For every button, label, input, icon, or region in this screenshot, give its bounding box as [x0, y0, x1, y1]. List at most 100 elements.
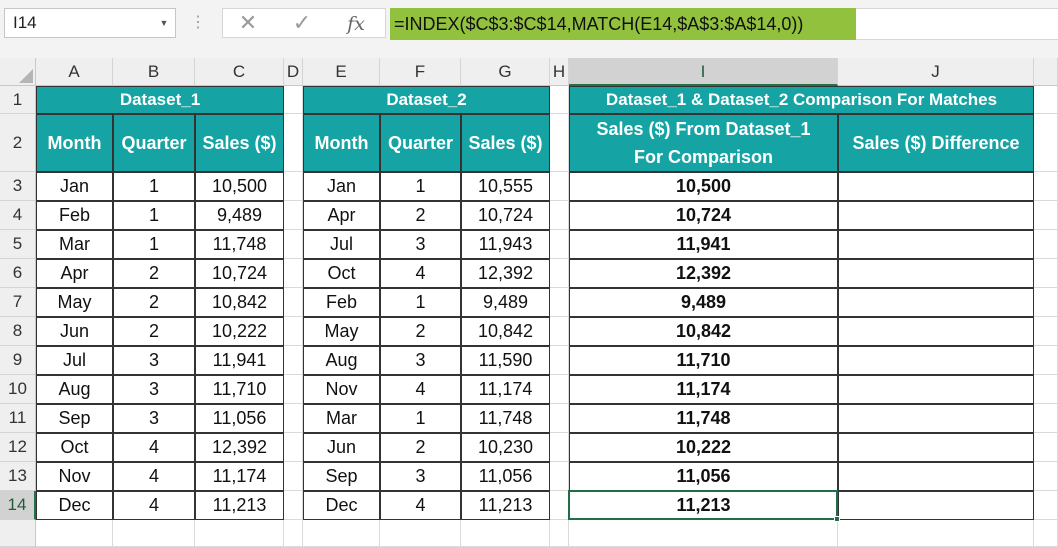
dataset1-cell[interactable]: 1 — [113, 230, 195, 259]
grid-cell[interactable] — [550, 491, 569, 520]
column-header-j[interactable]: J — [838, 58, 1034, 86]
column-header-g[interactable]: G — [461, 58, 550, 86]
dataset2-cell[interactable]: 11,748 — [461, 404, 550, 433]
dataset2-cell[interactable]: 4 — [380, 491, 461, 520]
comparison-value-cell[interactable]: 10,724 — [569, 201, 838, 230]
dataset2-cell[interactable]: 2 — [380, 433, 461, 462]
column-header-e[interactable]: E — [303, 58, 380, 86]
grid-cell[interactable] — [284, 520, 303, 547]
dataset1-cell[interactable]: 10,842 — [195, 288, 284, 317]
grid-cell[interactable] — [284, 230, 303, 259]
difference-cell[interactable] — [838, 172, 1034, 201]
row-header-14[interactable]: 14 — [0, 491, 36, 520]
grid-cell[interactable] — [1034, 404, 1058, 433]
dataset2-cell[interactable]: 11,943 — [461, 230, 550, 259]
dataset1-cell[interactable]: 11,174 — [195, 462, 284, 491]
dataset1-cell[interactable]: 4 — [113, 491, 195, 520]
row-header-1[interactable]: 1 — [0, 86, 36, 114]
grid-cell[interactable] — [1034, 375, 1058, 404]
row-header-9[interactable]: 9 — [0, 346, 36, 375]
column-header-c[interactable]: C — [195, 58, 284, 86]
difference-cell[interactable] — [838, 201, 1034, 230]
dataset1-cell[interactable]: 1 — [113, 172, 195, 201]
dataset1-cell[interactable]: Dec — [36, 491, 113, 520]
comparison-value-cell[interactable]: 11,748 — [569, 404, 838, 433]
grid-cell[interactable] — [550, 114, 569, 172]
dataset2-cell[interactable]: 11,590 — [461, 346, 550, 375]
dataset1-cell[interactable]: Jul — [36, 346, 113, 375]
grid-cell[interactable] — [1034, 520, 1058, 547]
grid-cell[interactable] — [284, 317, 303, 346]
difference-cell[interactable] — [838, 375, 1034, 404]
grid-cell[interactable] — [284, 433, 303, 462]
dataset1-cell[interactable]: Apr — [36, 259, 113, 288]
dataset1-header-2[interactable]: Sales ($) — [195, 114, 284, 172]
dataset1-cell[interactable]: Feb — [36, 201, 113, 230]
grid-cell[interactable] — [1034, 114, 1058, 172]
dataset1-cell[interactable]: 11,710 — [195, 375, 284, 404]
dataset1-cell[interactable]: 12,392 — [195, 433, 284, 462]
comparison-value-cell[interactable]: 10,222 — [569, 433, 838, 462]
dataset1-cell[interactable]: Jun — [36, 317, 113, 346]
more-options-icon[interactable]: ⋮ — [188, 8, 208, 38]
dataset1-cell[interactable]: Oct — [36, 433, 113, 462]
difference-cell[interactable] — [838, 317, 1034, 346]
grid-cell[interactable] — [838, 520, 1034, 547]
dataset2-cell[interactable]: 1 — [380, 404, 461, 433]
dataset2-cell[interactable]: 3 — [380, 346, 461, 375]
enter-icon[interactable]: ✓ — [282, 8, 322, 38]
dataset2-cell[interactable]: 12,392 — [461, 259, 550, 288]
row-header-10[interactable]: 10 — [0, 375, 36, 404]
grid-cell[interactable] — [569, 520, 838, 547]
dataset2-cell[interactable]: Jul — [303, 230, 380, 259]
grid-cell[interactable] — [461, 520, 550, 547]
dataset2-cell[interactable]: 3 — [380, 230, 461, 259]
dataset2-cell[interactable]: Sep — [303, 462, 380, 491]
insert-function-icon[interactable]: fx — [336, 8, 376, 38]
difference-cell[interactable] — [838, 491, 1034, 520]
name-box[interactable]: I14 — [4, 8, 176, 38]
column-header-b[interactable]: B — [113, 58, 195, 86]
dataset2-cell[interactable]: Jan — [303, 172, 380, 201]
dataset2-cell[interactable]: Aug — [303, 346, 380, 375]
dataset1-cell[interactable]: 11,941 — [195, 346, 284, 375]
grid-cell[interactable] — [1034, 172, 1058, 201]
dataset1-cell[interactable]: 4 — [113, 433, 195, 462]
grid-cell[interactable] — [284, 346, 303, 375]
dataset1-cell[interactable]: 2 — [113, 317, 195, 346]
grid-cell[interactable] — [113, 520, 195, 547]
grid-cell[interactable] — [1034, 346, 1058, 375]
difference-cell[interactable] — [838, 433, 1034, 462]
dataset1-cell[interactable]: May — [36, 288, 113, 317]
grid-cell[interactable] — [1034, 259, 1058, 288]
dataset1-cell[interactable]: 2 — [113, 288, 195, 317]
dataset2-cell[interactable]: 2 — [380, 201, 461, 230]
grid-cell[interactable] — [284, 114, 303, 172]
grid-cell[interactable] — [195, 520, 284, 547]
comparison-value-cell[interactable]: 11,710 — [569, 346, 838, 375]
dataset2-title[interactable]: Dataset_2 — [303, 86, 550, 114]
dataset2-cell[interactable]: Nov — [303, 375, 380, 404]
comparison-value-cell[interactable]: 11,056 — [569, 462, 838, 491]
comparison-value-cell[interactable]: 10,500 — [569, 172, 838, 201]
row-header-11[interactable]: 11 — [0, 404, 36, 433]
grid-cell[interactable] — [1034, 201, 1058, 230]
dataset1-cell[interactable]: Aug — [36, 375, 113, 404]
column-header-i[interactable]: I — [569, 58, 838, 86]
grid-cell[interactable] — [550, 375, 569, 404]
grid-cell[interactable] — [284, 404, 303, 433]
dataset2-cell[interactable]: Mar — [303, 404, 380, 433]
dataset2-cell[interactable]: 1 — [380, 288, 461, 317]
comparison-value-cell[interactable]: 9,489 — [569, 288, 838, 317]
dataset2-header-2[interactable]: Sales ($) — [461, 114, 550, 172]
dataset1-cell[interactable]: 3 — [113, 375, 195, 404]
column-header-f[interactable]: F — [380, 58, 461, 86]
grid-cell[interactable] — [1034, 288, 1058, 317]
grid-cell[interactable] — [284, 491, 303, 520]
dataset2-cell[interactable]: Feb — [303, 288, 380, 317]
grid-cell[interactable] — [284, 86, 303, 114]
dataset1-cell[interactable]: 2 — [113, 259, 195, 288]
cancel-icon[interactable]: ✕ — [228, 8, 268, 38]
grid-cell[interactable] — [303, 520, 380, 547]
dataset1-cell[interactable]: Mar — [36, 230, 113, 259]
